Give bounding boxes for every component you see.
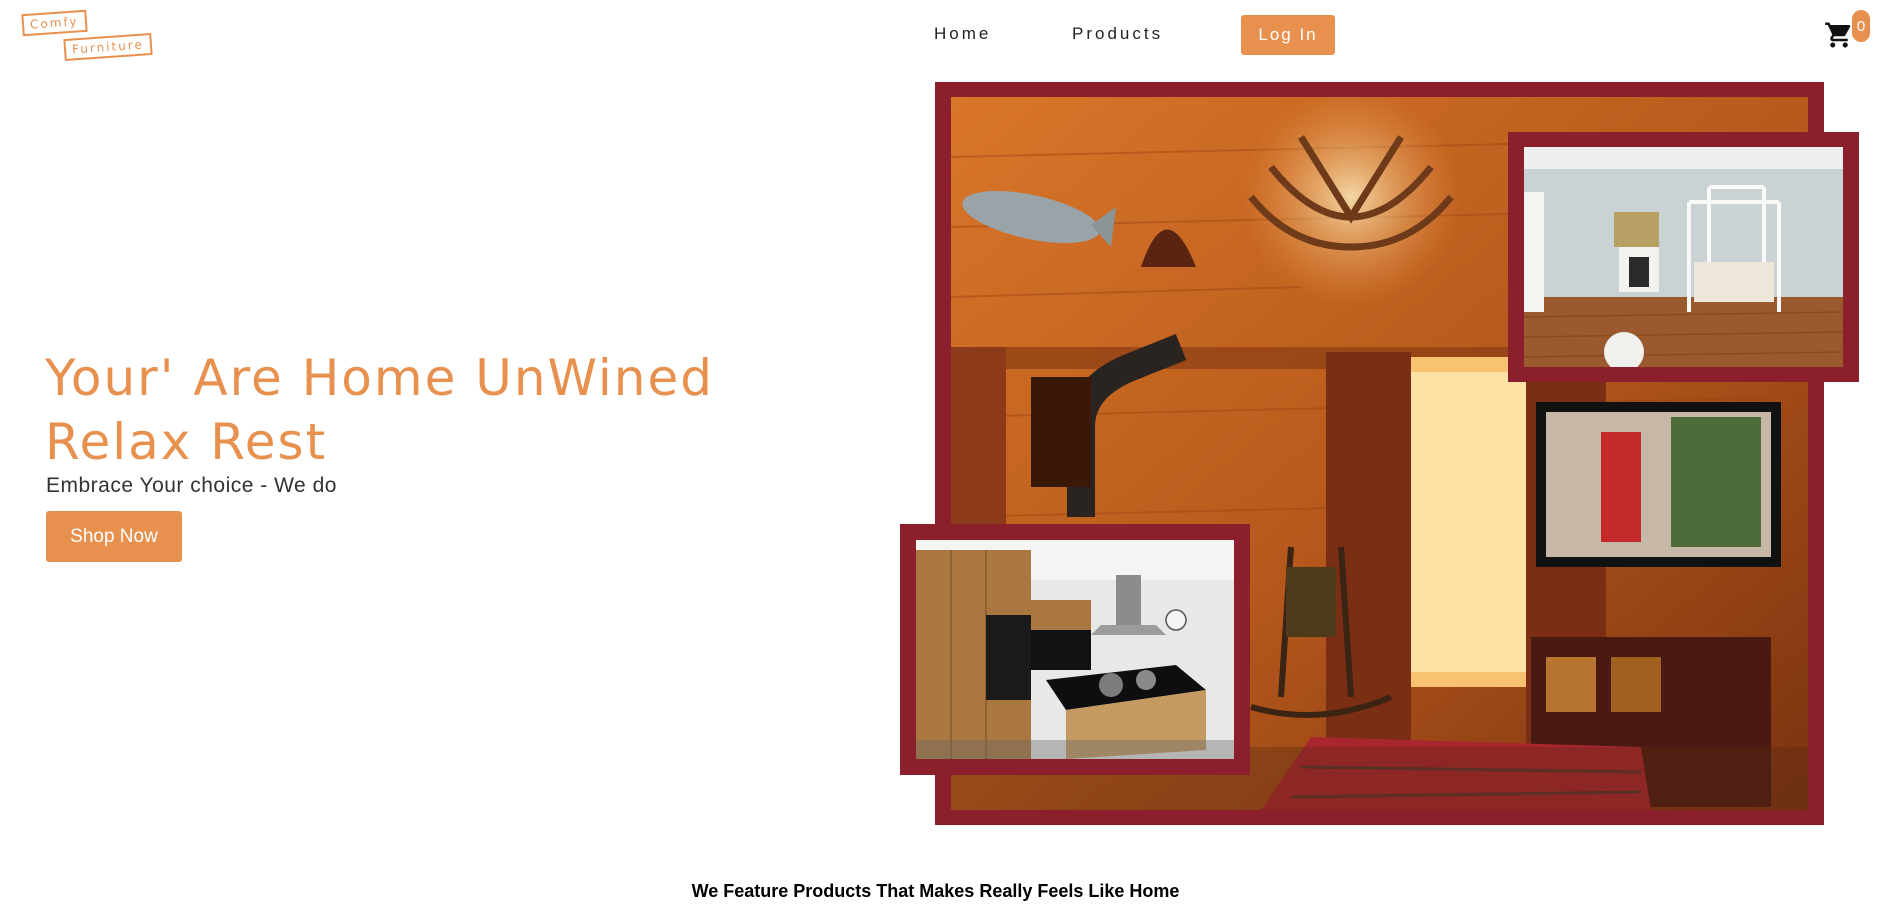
hero-title: Your' Are Home UnWined Relax Rest xyxy=(45,349,714,471)
nav-products-link[interactable]: Products xyxy=(1072,24,1163,44)
shop-now-button[interactable]: Shop Now xyxy=(46,511,182,562)
logo-text-furniture: Furniture xyxy=(63,32,153,62)
kitchen-image-frame xyxy=(900,524,1250,775)
featured-products-heading: We Feature Products That Makes Really Fe… xyxy=(691,881,1180,901)
bedroom-image-frame xyxy=(1508,132,1859,382)
cart-button[interactable]: 0 xyxy=(1824,10,1874,50)
logo[interactable]: Comfy Furniture xyxy=(21,9,153,66)
hero-subtitle: Embrace Your choice - We do xyxy=(46,474,337,497)
cart-count-badge: 0 xyxy=(1852,10,1870,42)
kitchen-image xyxy=(916,540,1234,759)
bedroom-image xyxy=(1524,147,1843,367)
login-button[interactable]: Log In xyxy=(1241,15,1335,55)
nav-home-link[interactable]: Home xyxy=(934,24,991,44)
shopping-cart-icon xyxy=(1825,22,1851,48)
logo-text-comfy: Comfy xyxy=(21,9,88,37)
